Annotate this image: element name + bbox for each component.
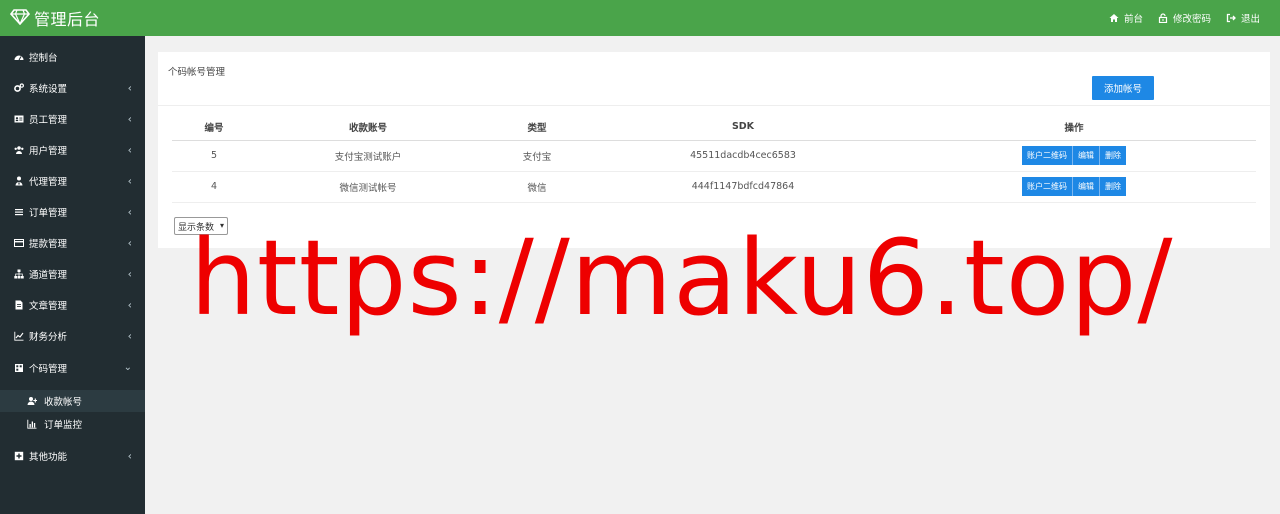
list-icon [13,206,25,218]
chevron-left-icon: ‹ [127,236,132,250]
cell-actions: 账户二维码 编辑 删除 [892,171,1256,203]
add-account-button[interactable]: 添加帐号 [1092,76,1154,100]
nav-change-password-link[interactable]: 修改密码 [1157,11,1225,25]
cell-id: 4 [172,171,256,203]
sidebar-item-agents[interactable]: 代理管理 ‹ [0,166,145,196]
table-header-row: 编号 收款账号 类型 SDK 操作 [172,114,1256,141]
nav-frontend-link[interactable]: 前台 [1108,11,1157,25]
lock-icon [1157,12,1169,24]
sidebar-item-dashboard[interactable]: 控制台 [0,42,145,72]
cell-actions: 账户二维码 编辑 删除 [892,140,1256,172]
chevron-left-icon: ‹ [127,143,132,157]
sidebar-item-users[interactable]: 用户管理 ‹ [0,135,145,165]
sidebar-item-system-settings[interactable]: 系统设置 ‹ [0,73,145,103]
sidebar-subitem-collection-accounts[interactable]: 收款帐号 [0,390,145,412]
sidebar-item-label: 其他功能 [29,452,68,463]
edit-button[interactable]: 编辑 [1073,177,1100,196]
cell-sdk: 444f1147bdfcd47864 [594,171,892,203]
column-header-type: 类型 [480,114,594,141]
sidebar-subitem-order-monitor[interactable]: 订单监控 [0,413,145,435]
user-plus-icon [26,395,38,407]
sidebar-item-label: 员工管理 [29,115,68,126]
cell-type: 微信 [480,171,594,203]
sidebar-item-label: 提款管理 [29,239,68,250]
panel-divider [158,105,1270,106]
sidebar-item-label: 用户管理 [29,146,68,157]
sidebar-item-finance[interactable]: 财务分析 ‹ [0,321,145,351]
sidebar-item-label: 财务分析 [29,332,68,343]
watermark-text: https://maku6.top/ [190,217,1174,339]
sidebar-item-label: 代理管理 [29,177,68,188]
nav-change-password-label: 修改密码 [1172,14,1211,25]
file-icon [13,299,25,311]
chevron-left-icon: ‹ [127,174,132,188]
sidebar-item-label: 控制台 [29,53,58,64]
sidebar-item-label: 文章管理 [29,301,68,312]
table-row: 5 支付宝测试账户 支付宝 45511dacdb4cec6583 账户二维码 编… [172,140,1256,172]
chevron-left-icon: ‹ [127,329,132,343]
delete-button[interactable]: 删除 [1100,146,1126,165]
chevron-left-icon: ‹ [127,298,132,312]
nav-logout-label: 退出 [1240,14,1260,25]
id-card-icon [13,113,25,125]
column-header-actions: 操作 [892,114,1256,141]
cell-account: 微信测试帐号 [256,171,480,203]
sidebar-item-label: 系统设置 [29,84,68,95]
sidebar-item-withdrawals[interactable]: 提款管理 ‹ [0,228,145,258]
sidebar-subitem-label: 收款帐号 [44,397,83,408]
column-header-id: 编号 [172,114,256,141]
bar-chart-icon [26,418,38,430]
brand[interactable]: 管理后台 [0,0,100,36]
row-action-group: 账户二维码 编辑 删除 [1022,177,1126,196]
sign-out-icon [1225,12,1237,24]
sidebar-item-articles[interactable]: 文章管理 ‹ [0,290,145,320]
sidebar-item-orders[interactable]: 订单管理 ‹ [0,197,145,227]
chevron-down-icon: ⌄ [123,362,132,373]
sidebar-item-channels[interactable]: 通道管理 ‹ [0,259,145,289]
sidebar-item-personal-code[interactable]: 个码管理 ⌄ [0,353,145,383]
top-nav: 前台 修改密码 退出 [1108,0,1280,36]
credit-card-icon [13,237,25,249]
column-header-sdk: SDK [594,114,892,141]
home-icon [1108,12,1120,24]
sitemap-icon [13,268,25,280]
sidebar-item-label: 通道管理 [29,270,68,281]
qrcode-button[interactable]: 账户二维码 [1022,177,1073,196]
cell-sdk: 45511dacdb4cec6583 [594,140,892,172]
nav-logout-link[interactable]: 退出 [1225,11,1280,25]
accounts-table: 编号 收款账号 类型 SDK 操作 5 支付宝测试账户 支付宝 45511dac… [172,114,1256,203]
nav-frontend-label: 前台 [1123,14,1143,25]
edit-button[interactable]: 编辑 [1073,146,1100,165]
brand-title: 管理后台 [34,10,101,29]
users-icon [13,144,25,156]
line-chart-icon [13,330,25,342]
cell-id: 5 [172,140,256,172]
table-row: 4 微信测试帐号 微信 444f1147bdfcd47864 账户二维码 编辑 … [172,171,1256,203]
chevron-left-icon: ‹ [127,449,132,463]
sidebar-subitem-label: 订单监控 [44,420,83,431]
row-action-group: 账户二维码 编辑 删除 [1022,146,1126,165]
diamond-icon [9,8,34,28]
plus-square-icon [13,450,25,462]
sidebar-item-staff[interactable]: 员工管理 ‹ [0,104,145,134]
top-header: 管理后台 前台 修改密码 退出 [0,0,1280,36]
qrcode-icon [13,362,25,374]
sidebar-item-other-functions[interactable]: 其他功能 ‹ [0,441,145,471]
column-header-account: 收款账号 [256,114,480,141]
cell-account: 支付宝测试账户 [256,140,480,172]
qrcode-button[interactable]: 账户二维码 [1022,146,1073,165]
dashboard-icon [13,51,25,63]
sidebar-item-label: 订单管理 [29,208,68,219]
user-tie-icon [13,175,25,187]
chevron-left-icon: ‹ [127,81,132,95]
panel-title: 个码帐号管理 [168,67,226,78]
cell-type: 支付宝 [480,140,594,172]
sidebar: 控制台 系统设置 ‹ 员工管理 ‹ 用户管理 ‹ 代理管理 ‹ 订单管理 ‹ 提… [0,36,145,514]
chevron-left-icon: ‹ [127,267,132,281]
chevron-left-icon: ‹ [127,205,132,219]
chevron-left-icon: ‹ [127,112,132,126]
sidebar-item-label: 个码管理 [29,364,68,375]
cogs-icon [13,82,25,94]
delete-button[interactable]: 删除 [1100,177,1126,196]
